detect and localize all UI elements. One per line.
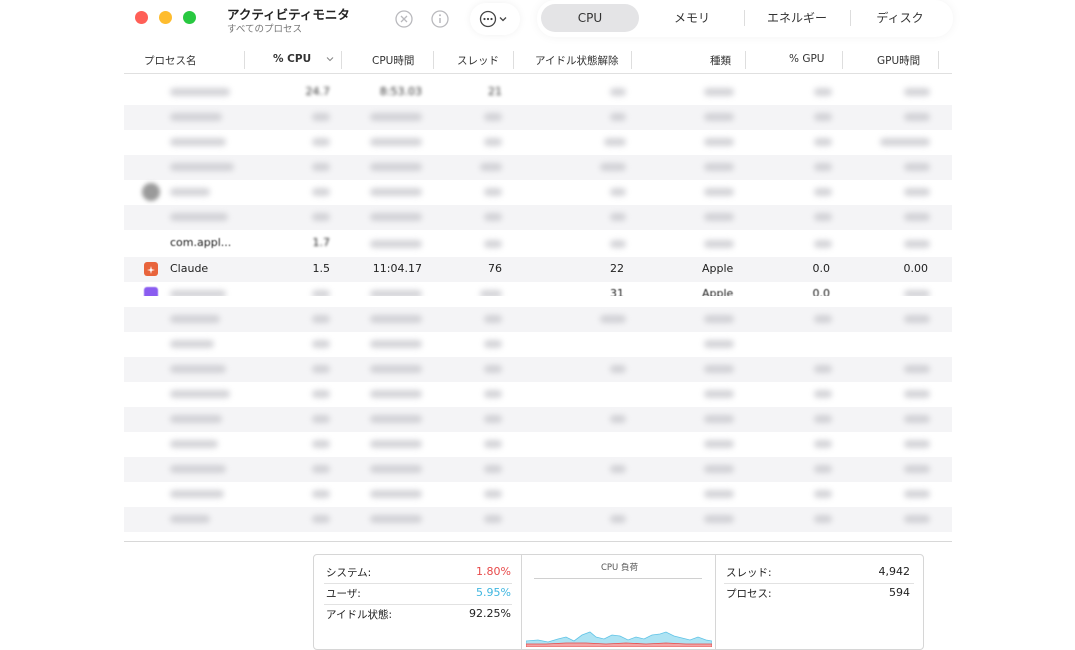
process-name: com.appl...: [170, 236, 232, 249]
minimize-window-button[interactable]: [159, 11, 172, 24]
table-row[interactable]: [124, 482, 952, 507]
threads-value: 76: [488, 262, 502, 275]
user-label: ユーザ:: [326, 588, 361, 600]
processes-value: 594: [889, 586, 910, 599]
sort-descending-icon: [326, 57, 334, 62]
column-header-gpu[interactable]: % GPU: [789, 53, 824, 65]
cpu-value: 24.7: [305, 85, 331, 98]
table-row[interactable]: [124, 130, 952, 155]
kind-value: Apple: [702, 262, 734, 275]
app-icon: [144, 287, 158, 296]
cpu-time-value: 11:04.17: [372, 262, 422, 275]
system-value: 1.80%: [476, 565, 511, 578]
kind-value: Apple: [702, 287, 734, 296]
cpu-load-chart: CPU 負荷: [521, 555, 716, 649]
more-actions-button[interactable]: [470, 3, 520, 35]
threads-value: 21: [488, 85, 502, 98]
idle-value: 92.25%: [469, 607, 511, 620]
table-row[interactable]: com.appl... 1.7: [124, 232, 952, 257]
table-row[interactable]: [124, 155, 952, 180]
table-row[interactable]: [124, 332, 952, 357]
cpu-value: 1.7: [312, 236, 331, 249]
app-icon: [142, 183, 160, 201]
column-header-idle-wakeups[interactable]: アイドル状態解除: [535, 53, 618, 68]
table-row-claude[interactable]: Claude 1.5 11:04.17 76 22 Apple 0.0 0.00: [124, 257, 952, 282]
info-icon[interactable]: [429, 8, 451, 30]
column-header-process-name[interactable]: プロセス名: [144, 53, 197, 68]
table-row[interactable]: [124, 180, 952, 205]
column-header-gpu-time[interactable]: GPU時間: [877, 53, 920, 68]
tab-divider: [744, 10, 745, 26]
tab-disk[interactable]: ディスク: [855, 4, 945, 32]
claude-app-icon: [144, 262, 158, 276]
idle-wakeups-value: 22: [610, 262, 624, 275]
toolbar: アクティビティモニタ すべてのプロセス CPU メモリ エネルギー ディスク: [0, 0, 1075, 40]
gpu-time-value: 0.00: [903, 262, 929, 275]
column-header-cpu-time[interactable]: CPU時間: [372, 53, 414, 68]
idle-label: アイドル状態:: [326, 609, 393, 621]
x-circle-icon[interactable]: [393, 8, 415, 30]
table-row[interactable]: [124, 432, 952, 457]
cpu-value: 1.5: [312, 262, 331, 275]
cpu-time-value: 8:53.03: [379, 85, 422, 98]
table-row[interactable]: 24.7 8:53.03 21: [124, 80, 952, 105]
table-row[interactable]: [124, 307, 952, 332]
table-row[interactable]: [124, 105, 952, 130]
threads-value: 4,942: [878, 565, 911, 578]
idle-wakeups-value: 31: [610, 287, 624, 296]
threads-label: スレッド:: [726, 567, 772, 579]
tab-energy[interactable]: エネルギー: [749, 4, 845, 32]
system-label: システム:: [326, 567, 372, 579]
column-header-kind[interactable]: 種類: [710, 53, 731, 68]
gpu-value: 0.0: [812, 262, 831, 275]
table-row[interactable]: [124, 357, 952, 382]
table-divider: [124, 541, 952, 542]
column-header-threads[interactable]: スレッド: [457, 53, 499, 68]
ellipsis-circle-icon: [479, 10, 507, 28]
close-window-button[interactable]: [135, 11, 148, 24]
table-row[interactable]: [124, 457, 952, 482]
table-row[interactable]: [124, 382, 952, 407]
table-row[interactable]: [124, 507, 952, 532]
tab-cpu[interactable]: CPU: [541, 4, 639, 32]
table-row[interactable]: 31 Apple 0.0: [124, 282, 952, 296]
chart-title: CPU 負荷: [601, 563, 638, 573]
column-header-cpu[interactable]: % CPU: [273, 53, 311, 65]
gpu-value: 0.0: [812, 287, 831, 296]
tab-memory[interactable]: メモリ: [647, 4, 737, 32]
view-tabs: CPU メモリ エネルギー ディスク: [537, 0, 953, 37]
processes-label: プロセス:: [726, 588, 772, 600]
zoom-window-button[interactable]: [183, 11, 196, 24]
table-row[interactable]: [124, 205, 952, 230]
tab-divider: [850, 10, 851, 26]
window-subtitle: すべてのプロセス: [227, 24, 302, 35]
table-row[interactable]: [124, 407, 952, 432]
cpu-summary-panel: システム: 1.80% ユーザ: 5.95% アイドル状態: 92.25% CP…: [313, 554, 924, 650]
user-value: 5.95%: [476, 586, 511, 599]
cpu-load-graph: [526, 631, 712, 647]
table-header: プロセス名 % CPU CPU時間 スレッド アイドル状態解除 種類 % GPU…: [124, 48, 952, 74]
process-name: Claude: [170, 262, 209, 275]
